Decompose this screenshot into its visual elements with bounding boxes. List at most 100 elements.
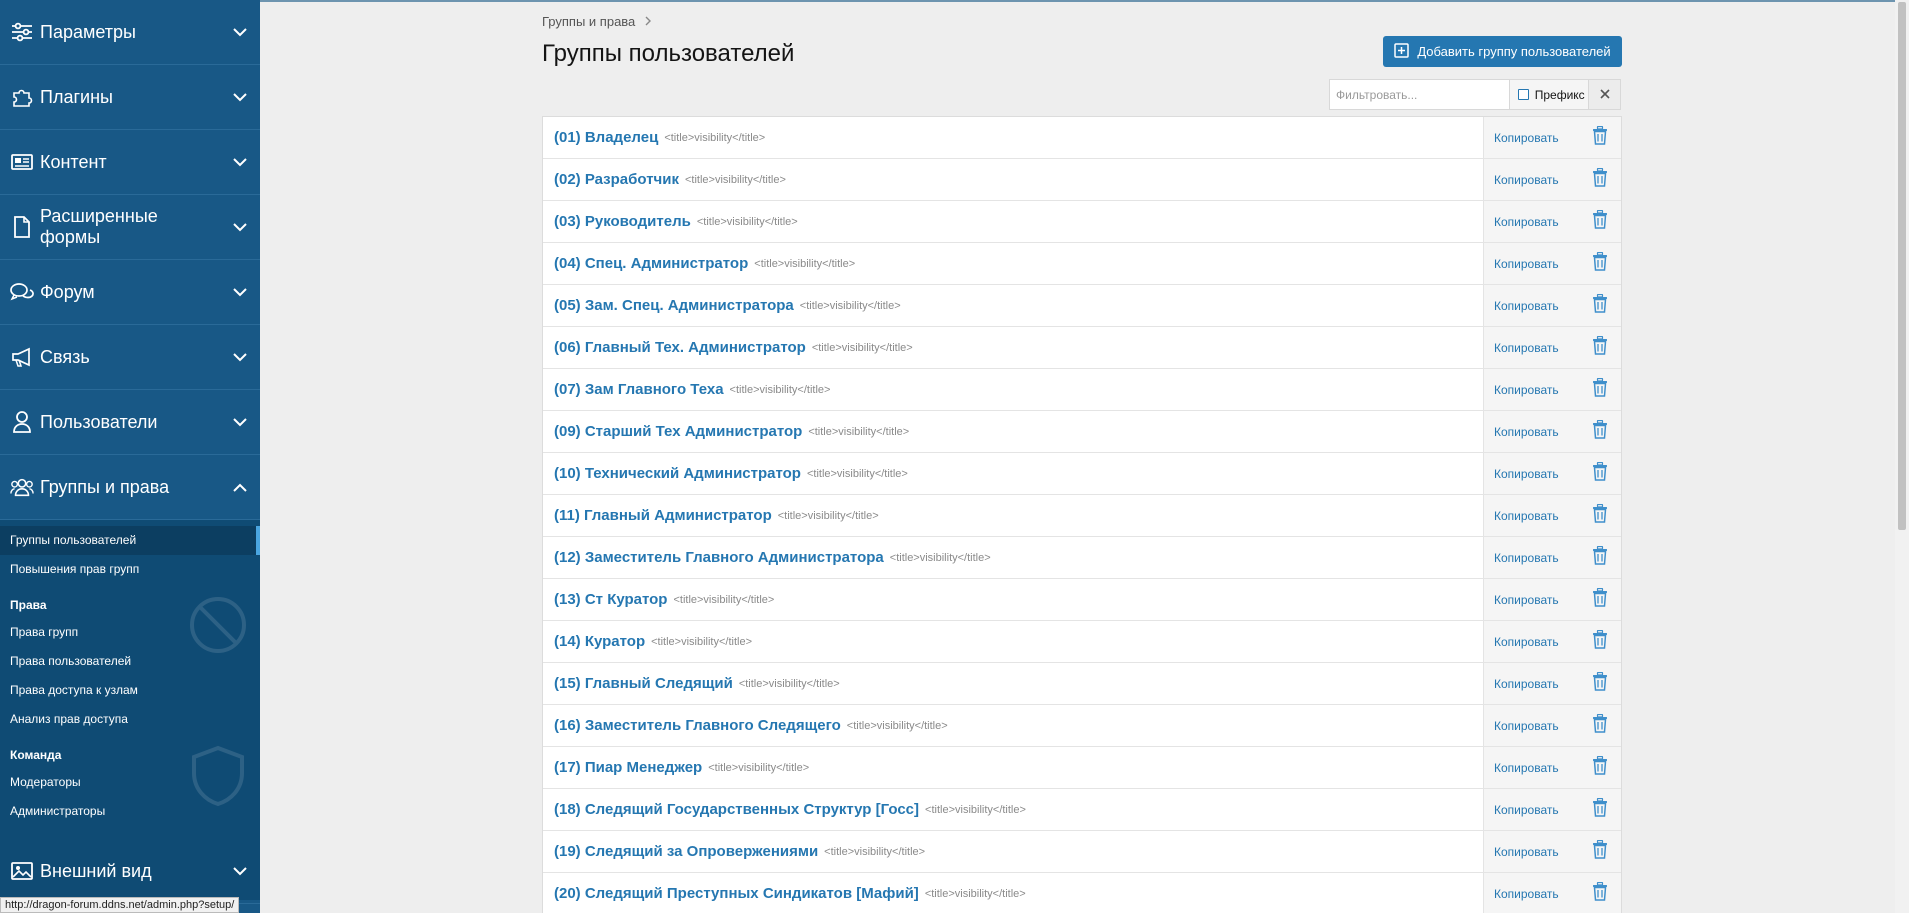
- group-hint: <title>visibility</title>: [729, 383, 831, 396]
- copy-group-button[interactable]: Копировать: [1483, 495, 1579, 536]
- filter-input[interactable]: [1330, 80, 1509, 109]
- nav-plugins[interactable]: Плагины: [0, 65, 260, 130]
- scrollbar-thumb[interactable]: [1898, 2, 1906, 530]
- copy-group-button[interactable]: Копировать: [1483, 159, 1579, 200]
- group-name-link[interactable]: (01) Владелец: [554, 129, 658, 146]
- delete-group-button[interactable]: [1579, 411, 1621, 452]
- add-user-group-button[interactable]: Добавить группу пользователей: [1383, 36, 1622, 67]
- copy-group-button[interactable]: Копировать: [1483, 831, 1579, 872]
- copy-group-button[interactable]: Копировать: [1483, 411, 1579, 452]
- copy-group-button[interactable]: Копировать: [1483, 537, 1579, 578]
- copy-group-button[interactable]: Копировать: [1483, 201, 1579, 242]
- group-title-cell: (01) Владелец <title>visibility</title>: [543, 117, 1483, 158]
- group-name-link[interactable]: (02) Разработчик: [554, 171, 679, 188]
- delete-group-button[interactable]: [1579, 831, 1621, 872]
- copy-group-button[interactable]: Копировать: [1483, 579, 1579, 620]
- chevron-down-icon: [220, 287, 260, 297]
- copy-group-button[interactable]: Копировать: [1483, 453, 1579, 494]
- delete-group-button[interactable]: [1579, 243, 1621, 284]
- sub-link-node-permissions[interactable]: Права доступа к узлам: [0, 676, 260, 705]
- delete-group-button[interactable]: [1579, 453, 1621, 494]
- group-name-link[interactable]: (19) Следящий за Опровержениями: [554, 843, 818, 860]
- delete-group-button[interactable]: [1579, 285, 1621, 326]
- group-name-link[interactable]: (05) Зам. Спец. Администратора: [554, 297, 794, 314]
- breadcrumb-link[interactable]: Группы и права: [542, 14, 635, 29]
- nav-content-label: Контент: [40, 151, 107, 172]
- nav-options[interactable]: Параметры: [0, 0, 260, 65]
- copy-group-button[interactable]: Копировать: [1483, 243, 1579, 284]
- delete-group-button[interactable]: [1579, 201, 1621, 242]
- browser-status-url: http://dragon-forum.ddns.net/admin.php?s…: [0, 897, 240, 913]
- copy-group-button[interactable]: Копировать: [1483, 705, 1579, 746]
- trash-icon: [1592, 713, 1608, 738]
- group-name-link[interactable]: (18) Следящий Государственных Структур […: [554, 801, 919, 818]
- trash-icon: [1592, 629, 1608, 654]
- delete-group-button[interactable]: [1579, 117, 1621, 158]
- copy-group-button[interactable]: Копировать: [1483, 327, 1579, 368]
- delete-group-button[interactable]: [1579, 327, 1621, 368]
- copy-group-button[interactable]: Копировать: [1483, 117, 1579, 158]
- chevron-down-icon: [220, 157, 260, 167]
- clear-filter-button[interactable]: [1588, 80, 1620, 109]
- nav-appearance[interactable]: Внешний вид: [0, 839, 260, 904]
- group-name-link[interactable]: (06) Главный Тех. Администратор: [554, 339, 806, 356]
- delete-group-button[interactable]: [1579, 579, 1621, 620]
- nav-content[interactable]: Контент: [0, 130, 260, 195]
- delete-group-button[interactable]: [1579, 159, 1621, 200]
- delete-group-button[interactable]: [1579, 705, 1621, 746]
- group-name-link[interactable]: (20) Следящий Преступных Синдикатов [Маф…: [554, 885, 919, 902]
- copy-group-button[interactable]: Копировать: [1483, 285, 1579, 326]
- delete-group-button[interactable]: [1579, 537, 1621, 578]
- delete-group-button[interactable]: [1579, 789, 1621, 830]
- prefix-toggle[interactable]: Префикс: [1508, 80, 1589, 109]
- delete-group-button[interactable]: [1579, 369, 1621, 410]
- group-hint: <title>visibility</title>: [889, 551, 991, 564]
- filter-bar: Префикс: [1329, 79, 1621, 110]
- group-name-link[interactable]: (16) Заместитель Главного Следящего: [554, 717, 841, 734]
- group-name-link[interactable]: (15) Главный Следящий: [554, 675, 733, 692]
- group-row: (06) Главный Тех. Администратор <title>vi…: [543, 327, 1621, 369]
- group-title-cell: (10) Технический Администратор <title>vis…: [543, 453, 1483, 494]
- group-name-link[interactable]: (11) Главный Администратор: [554, 507, 772, 524]
- delete-group-button[interactable]: [1579, 873, 1621, 913]
- copy-group-button[interactable]: Копировать: [1483, 369, 1579, 410]
- newspaper-icon: [10, 150, 34, 174]
- copy-group-button[interactable]: Копировать: [1483, 873, 1579, 913]
- group-name-link[interactable]: (12) Заместитель Главного Администратора: [554, 549, 884, 566]
- delete-group-button[interactable]: [1579, 495, 1621, 536]
- nav-groups-permissions[interactable]: Группы и права: [0, 455, 260, 520]
- group-name-link[interactable]: (03) Руководитель: [554, 213, 691, 230]
- group-hint: <title>visibility</title>: [811, 341, 913, 354]
- sub-link-user-groups[interactable]: Группы пользователей: [0, 526, 260, 555]
- delete-group-button[interactable]: [1579, 663, 1621, 704]
- prefix-checkbox[interactable]: [1517, 89, 1529, 100]
- delete-group-button[interactable]: [1579, 621, 1621, 662]
- shield-icon: [188, 745, 248, 812]
- group-name-link[interactable]: (13) Ст Куратор: [554, 591, 667, 608]
- group-name-link[interactable]: (07) Зам Главного Теха: [554, 381, 724, 398]
- trash-icon: [1592, 125, 1608, 150]
- nav-forum[interactable]: Форум: [0, 260, 260, 325]
- nav-users[interactable]: Пользователи: [0, 390, 260, 455]
- copy-group-button[interactable]: Копировать: [1483, 621, 1579, 662]
- group-name-link[interactable]: (14) Куратор: [554, 633, 645, 650]
- group-hint: <title>visibility</title>: [806, 467, 908, 480]
- sub-link-permission-analysis[interactable]: Анализ прав доступа: [0, 705, 260, 734]
- image-icon: [10, 859, 34, 883]
- copy-group-button[interactable]: Копировать: [1483, 747, 1579, 788]
- page-scrollbar[interactable]: [1895, 0, 1909, 913]
- group-name-link[interactable]: (10) Технический Администратор: [554, 465, 801, 482]
- nav-advanced-forms-label: Расширенные формы: [40, 206, 158, 247]
- nav-communication[interactable]: Связь: [0, 325, 260, 390]
- group-name-link[interactable]: (04) Спец. Администратор: [554, 255, 748, 272]
- copy-group-button[interactable]: Копировать: [1483, 789, 1579, 830]
- delete-group-button[interactable]: [1579, 747, 1621, 788]
- group-name-link[interactable]: (17) Пиар Менеджер: [554, 759, 702, 776]
- group-title-cell: (14) Куратор <title>visibility</title>: [543, 621, 1483, 662]
- sub-link-group-promotions[interactable]: Повышения прав групп: [0, 555, 260, 584]
- group-name-link[interactable]: (09) Старший Тех Администратор: [554, 423, 802, 440]
- copy-group-button[interactable]: Копировать: [1483, 663, 1579, 704]
- nav-advanced-forms[interactable]: Расширенные формы: [0, 195, 260, 260]
- group-title-cell: (07) Зам Главного Теха <title>visibility<…: [543, 369, 1483, 410]
- group-title-cell: (09) Старший Тех Администратор <title>vis…: [543, 411, 1483, 452]
